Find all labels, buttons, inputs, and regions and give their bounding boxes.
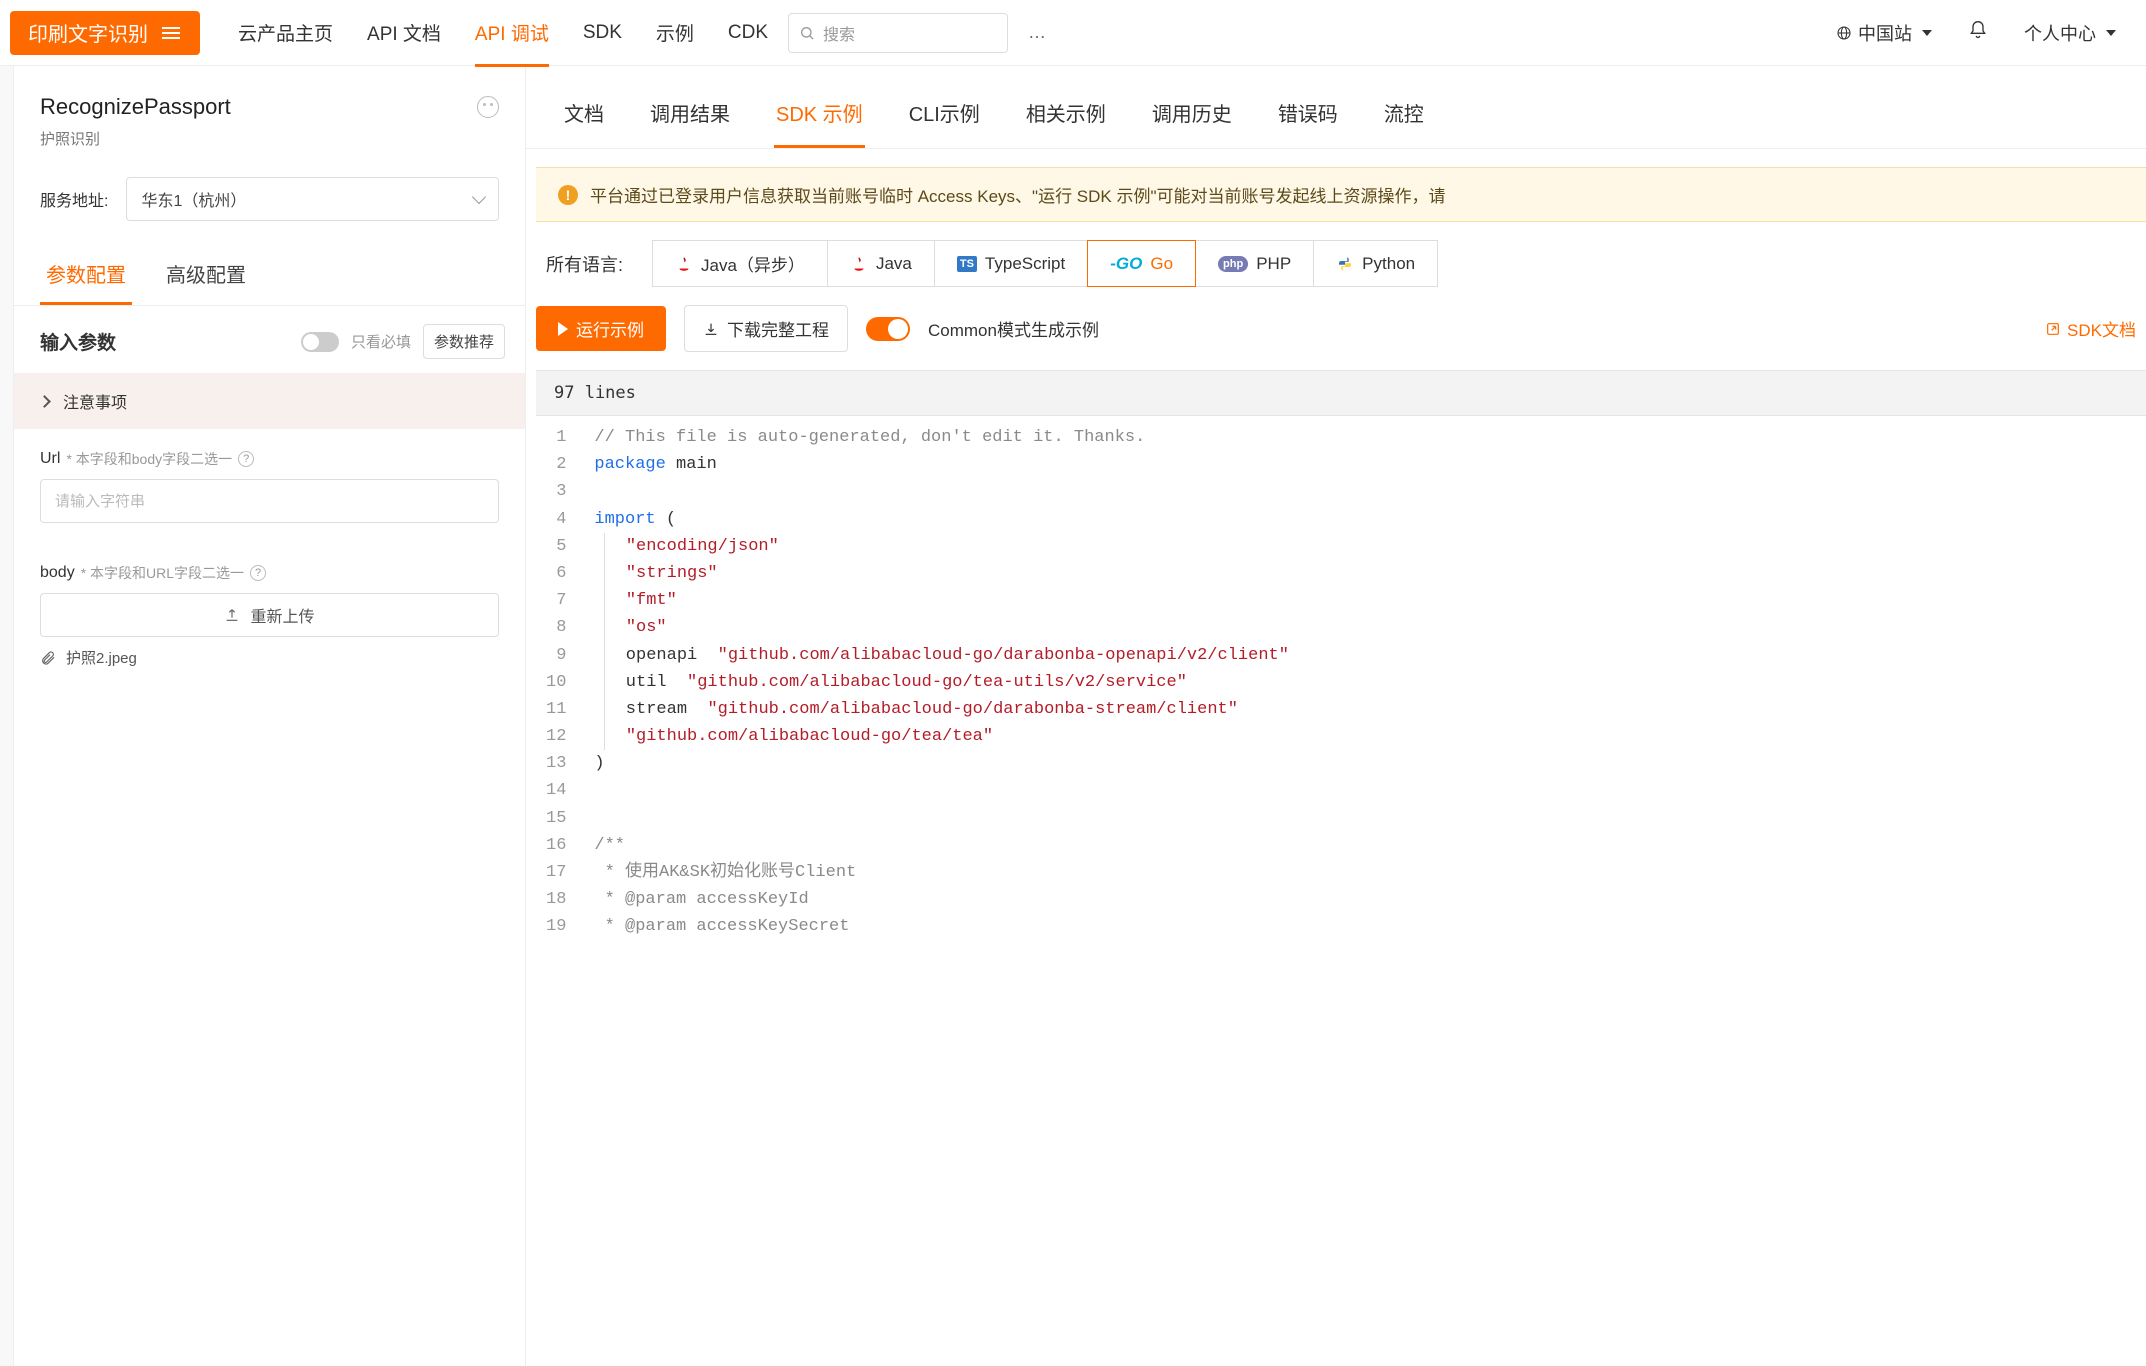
lang-tab-java[interactable]: Java（异步） [652,240,828,287]
only-required-toggle[interactable] [301,332,339,352]
code-summary: 97 lines [536,370,2146,416]
detail-tab[interactable]: 文档 [562,88,606,148]
nav-item[interactable]: CDK [728,2,768,64]
globe-icon [1836,25,1852,41]
uploaded-file-name: 护照2.jpeg [66,647,137,668]
detail-tab[interactable]: 调用结果 [648,88,732,148]
lang-tab-java[interactable]: Java [827,240,935,287]
help-icon[interactable]: ? [238,451,254,467]
menu-icon [162,24,182,42]
lang-label: 所有语言: [536,251,633,277]
region-label: 中国站 [1858,20,1912,46]
brand-title: 印刷文字识别 [28,18,148,47]
nav-item[interactable]: SDK [583,2,622,64]
lang-tab-go[interactable]: -GOGo [1087,240,1196,287]
download-project-button[interactable]: 下载完整工程 [684,305,848,352]
detail-tab[interactable]: CLI示例 [907,88,982,148]
download-icon [703,321,719,337]
common-mode-label: Common模式生成示例 [928,316,1099,341]
config-tabs: 参数配置高级配置 [14,245,525,306]
detail-tab[interactable]: 错误码 [1276,88,1340,148]
warning-banner: ! 平台通过已登录用户信息获取当前账号临时 Access Keys、"运行 SD… [536,167,2146,222]
right-panel: 文档调用结果 SDK 示例 CLI示例相关示例调用历史错误码流控 ! 平台通过已登录… [526,66,2146,1366]
left-panel: RecognizePassport 护照识别 服务地址: 华东1（杭州） 参数配… [14,66,526,1366]
sdk-do 链接[interactable]: SDK文档 [2045,316,2136,341]
brand-badge[interactable]: 印刷文字识别 [10,11,200,55]
uploaded-file[interactable]: 护照2.jpeg [40,647,499,668]
py-icon [1336,255,1354,273]
reupload-button[interactable]: 重新上传 [40,593,499,637]
upload-icon [224,607,240,623]
api-description: 护照识别 [40,128,499,149]
language-selector: 所有语言: Java（异步）JavaTSTypeScript-GOGophpPH… [526,222,2146,287]
lang-tab-py[interactable]: Python [1313,240,1438,287]
service-address-label: 服务地址: [40,187,108,211]
java-icon [850,255,868,273]
lang-tab-ts[interactable]: TSTypeScript [934,240,1088,287]
external-link-icon [2045,321,2061,337]
input-params-title: 输入参数 [40,328,116,355]
only-required-label: 只看必填 [351,331,411,352]
config-tab[interactable]: 高级配置 [160,245,252,305]
php-icon: php [1218,256,1248,272]
notice-expander[interactable]: 注意事项 [14,373,525,429]
lang-tab-php[interactable]: phpPHP [1195,240,1314,287]
more-icon[interactable]: … [1028,22,1048,43]
ts-icon: TS [957,256,977,272]
play-icon [558,322,568,336]
url-label: Url * 本字段和body字段二选一 ? [40,449,499,469]
java-icon [675,255,693,273]
detail-tab[interactable]: 调用历史 [1150,88,1234,148]
warning-text: 平台通过已登录用户信息获取当前账号临时 Access Keys、"运行 SDK … [590,182,1446,207]
feedback-icon[interactable] [477,96,499,118]
detail-tab[interactable]: SDK 示例 [774,88,865,148]
collapsed-sidebar[interactable] [0,66,14,1366]
go-icon: -GO [1110,254,1142,274]
chevron-down-icon [2106,30,2116,36]
bell-icon[interactable] [1968,20,1988,45]
paperclip-icon [40,650,56,666]
common-mode-toggle[interactable] [866,317,910,341]
code-view[interactable]: 12345678910111213141516171819 // This fi… [536,416,2146,949]
param-recommend-button[interactable]: 参数推荐 [423,324,505,359]
nav-item[interactable]: 示例 [656,0,694,66]
chevron-down-icon [472,190,486,204]
service-address-select[interactable]: 华东1（杭州） [126,177,499,221]
warning-icon: ! [558,185,578,205]
user-menu[interactable]: 个人中心 [2024,20,2116,46]
config-tab[interactable]: 参数配置 [40,245,132,305]
region-selector[interactable]: 中国站 [1836,20,1932,46]
nav-item[interactable]: 云产品主页 [238,0,333,66]
top-nav: 云产品主页 API 文档 API 调试 SDK 示例 CDK [238,0,768,66]
notice-label: 注意事项 [63,389,127,413]
search-icon [799,25,815,41]
detail-tabs: 文档调用结果 SDK 示例 CLI示例相关示例调用历史错误码流控 [526,78,2146,149]
nav-item[interactable]: API 文档 [367,0,441,66]
search-placeholder: 搜索 [823,21,855,45]
user-label: 个人中心 [2024,20,2096,46]
url-input[interactable] [40,479,499,523]
search-input[interactable]: 搜索 [788,13,1008,53]
run-example-button[interactable]: 运行示例 [536,306,666,351]
detail-tab[interactable]: 流控 [1382,88,1426,148]
api-name: RecognizePassport [40,94,231,120]
help-icon[interactable]: ? [250,565,266,581]
body-label: body * 本字段和URL字段二选一 ? [40,563,499,583]
nav-item[interactable]: API 调试 [475,0,549,66]
top-header: 印刷文字识别 云产品主页 API 文档 API 调试 SDK 示例 CDK 搜索 … 中国… [0,0,2146,66]
chevron-right-icon [38,395,51,408]
chevron-down-icon [1922,30,1932,36]
service-address-value: 华东1（杭州） [141,187,246,211]
detail-tab[interactable]: 相关示例 [1024,88,1108,148]
